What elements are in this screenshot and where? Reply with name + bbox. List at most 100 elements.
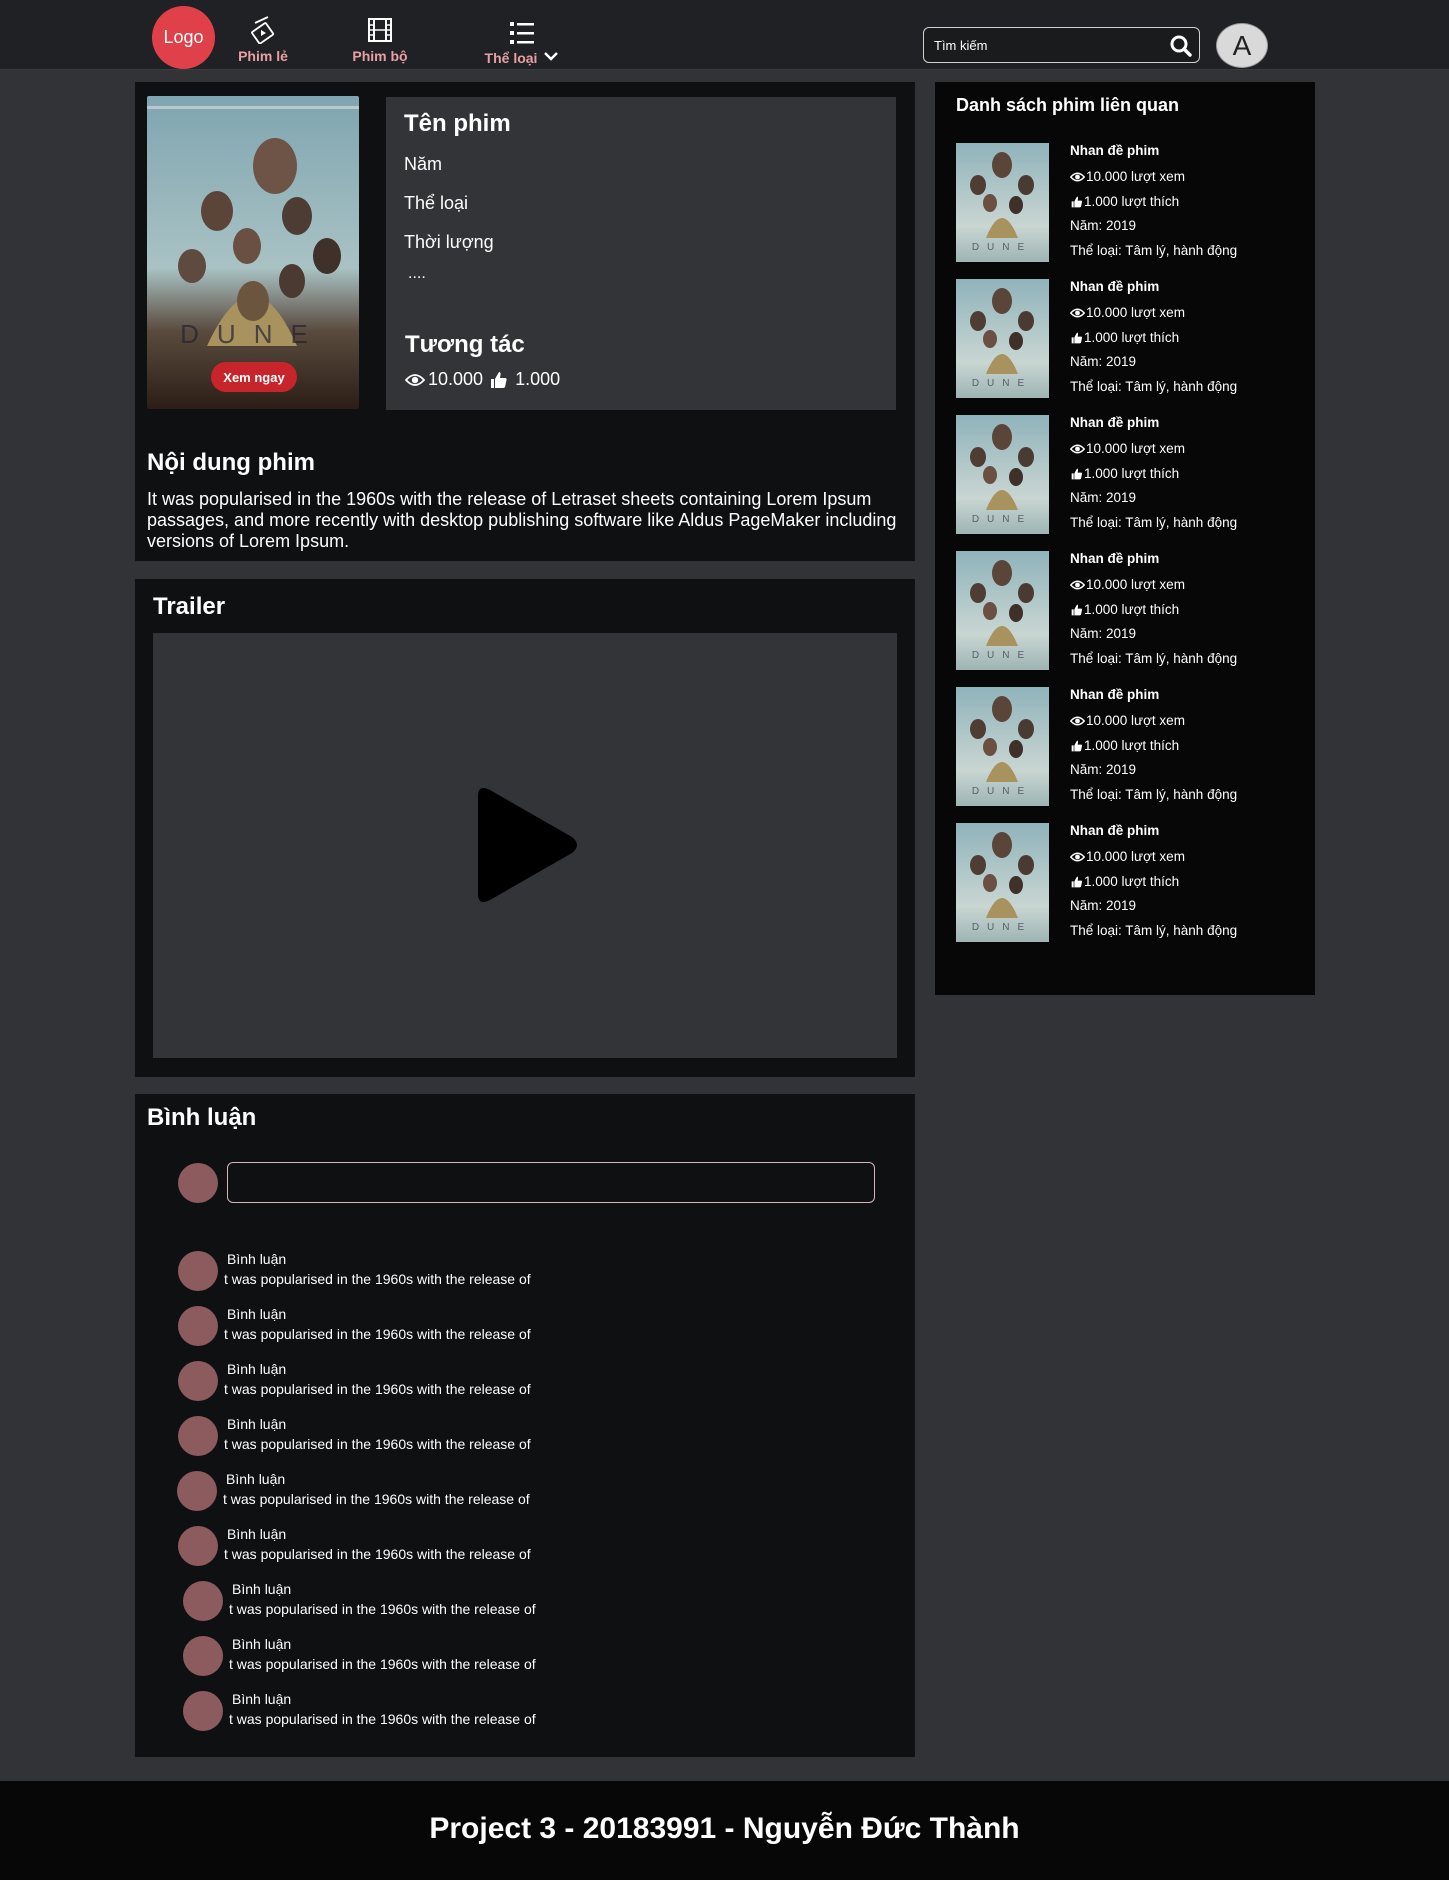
comment-author: Bình luận — [227, 1251, 287, 1267]
eye-icon — [1070, 308, 1085, 317]
views-count: 10.000 — [428, 369, 484, 389]
comment-avatar — [177, 1471, 217, 1511]
search-box — [923, 27, 1200, 63]
related-likes-text: 1.000 lượt thích — [1084, 194, 1180, 209]
related-likes: 1.000 lượt thích — [1071, 330, 1179, 345]
related-genre: Thể loại: Tâm lý, hành động — [1070, 923, 1238, 938]
nav-phim-bo[interactable]: Phim bộ — [352, 16, 408, 64]
comment-avatar — [183, 1691, 223, 1731]
comment-text: t was popularised in the 1960s with the … — [223, 1491, 530, 1507]
eye-icon — [1070, 852, 1085, 861]
related-year: Năm: 2019 — [1070, 626, 1137, 641]
comment-text: t was popularised in the 1960s with the … — [229, 1656, 536, 1672]
current-user-avatar — [178, 1163, 218, 1203]
comment-avatar — [178, 1251, 218, 1291]
thumbs-up-icon[interactable] — [490, 371, 508, 389]
related-movie-title[interactable]: Nhan đề phim — [1070, 415, 1159, 430]
eye-icon — [1070, 716, 1085, 725]
related-likes: 1.000 lượt thích — [1071, 194, 1179, 209]
related-movie-title[interactable]: Nhan đề phim — [1070, 551, 1159, 566]
thumbs-up-icon — [1071, 196, 1083, 207]
related-likes-text: 1.000 lượt thích — [1084, 330, 1180, 345]
trailer-title: Trailer — [153, 593, 226, 620]
related-thumbnail[interactable]: DUNE — [956, 687, 1049, 806]
comment-input[interactable] — [227, 1162, 875, 1203]
related-movie-title[interactable]: Nhan đề phim — [1070, 279, 1159, 294]
related-movie-title[interactable]: Nhan đề phim — [1070, 687, 1159, 702]
thumbs-up-icon — [1071, 876, 1083, 887]
related-views-text: 10.000 lượt xem — [1086, 849, 1185, 864]
eye-icon — [1070, 172, 1085, 181]
eye-icon — [1070, 580, 1085, 589]
logo[interactable]: Logo — [152, 6, 215, 69]
related-thumbnail[interactable]: DUNE — [956, 415, 1049, 534]
related-thumbnail[interactable]: DUNE — [956, 551, 1049, 670]
comment-text: t was popularised in the 1960s with the … — [229, 1711, 536, 1727]
related-views: 10.000 lượt xem — [1070, 849, 1185, 864]
movie-info-box — [386, 97, 896, 410]
thumbs-up-icon — [1071, 332, 1083, 343]
description-title: Nội dung phim — [147, 449, 315, 476]
related-movie-title[interactable]: Nhan đề phim — [1070, 823, 1159, 838]
related-thumbnail[interactable]: DUNE — [956, 143, 1049, 262]
comment-author: Bình luận — [232, 1581, 292, 1597]
thumbs-up-icon — [1071, 468, 1083, 479]
watch-now-button[interactable]: Xem ngay — [211, 362, 297, 392]
related-likes: 1.000 lượt thích — [1071, 466, 1179, 481]
comment-text: t was popularised in the 1960s with the … — [224, 1326, 531, 1342]
comment-text: t was popularised in the 1960s with the … — [224, 1546, 531, 1562]
comment-avatar — [183, 1581, 223, 1621]
related-genre: Thể loại: Tâm lý, hành động — [1070, 787, 1238, 802]
play-icon[interactable] — [468, 782, 584, 908]
related-year: Năm: 2019 — [1070, 354, 1137, 369]
description-text: It was popularised in the 1960s with the… — [147, 489, 897, 551]
related-year: Năm: 2019 — [1070, 218, 1137, 233]
comment-author: Bình luận — [226, 1471, 286, 1487]
related-views: 10.000 lượt xem — [1070, 577, 1185, 592]
search-icon[interactable] — [1169, 34, 1193, 58]
comment-author: Bình luận — [232, 1636, 292, 1652]
related-views-text: 10.000 lượt xem — [1086, 713, 1185, 728]
comment-text: t was popularised in the 1960s with the … — [224, 1271, 531, 1287]
related-genre: Thể loại: Tâm lý, hành động — [1070, 379, 1238, 394]
nav-label: Phim lẻ — [238, 48, 288, 64]
related-likes-text: 1.000 lượt thích — [1084, 602, 1180, 617]
comment-avatar — [178, 1306, 218, 1346]
list-icon — [510, 22, 534, 44]
related-likes-text: 1.000 lượt thích — [1084, 466, 1180, 481]
comment-avatar — [183, 1636, 223, 1676]
user-avatar[interactable]: A — [1216, 23, 1268, 68]
related-views: 10.000 lượt xem — [1070, 713, 1185, 728]
comment-author: Bình luận — [227, 1526, 287, 1542]
related-genre: Thể loại: Tâm lý, hành động — [1070, 243, 1238, 258]
nav-phim-le[interactable]: Phim lẻ — [238, 14, 288, 64]
comment-author: Bình luận — [227, 1416, 287, 1432]
related-movie-title[interactable]: Nhan đề phim — [1070, 143, 1159, 158]
comment-author: Bình luận — [227, 1306, 287, 1322]
nav-the-loai[interactable]: Thể loại — [482, 20, 562, 66]
related-thumbnail[interactable]: DUNE — [956, 823, 1049, 942]
comment-author: Bình luận — [232, 1691, 292, 1707]
related-likes-text: 1.000 lượt thích — [1084, 874, 1180, 889]
related-thumbnail[interactable]: DUNE — [956, 279, 1049, 398]
comment-avatar — [178, 1526, 218, 1566]
svg-text:DUNE: DUNE — [972, 378, 1032, 389]
svg-text:DUNE: DUNE — [180, 319, 326, 349]
comment-text: t was popularised in the 1960s with the … — [224, 1381, 531, 1397]
svg-text:DUNE: DUNE — [972, 922, 1032, 933]
interaction-stats: 10.000 1.000 — [405, 369, 560, 390]
related-views: 10.000 lượt xem — [1070, 441, 1185, 456]
related-genre: Thể loại: Tâm lý, hành động — [1070, 651, 1238, 666]
comment-text: t was popularised in the 1960s with the … — [224, 1436, 531, 1452]
likes-count: 1.000 — [515, 369, 561, 389]
comments-title: Bình luận — [147, 1104, 257, 1131]
svg-text:DUNE: DUNE — [972, 650, 1032, 661]
related-views-text: 10.000 lượt xem — [1086, 169, 1185, 184]
related-views-text: 10.000 lượt xem — [1086, 305, 1185, 320]
interaction-title: Tương tác — [405, 331, 525, 358]
search-input[interactable] — [934, 34, 1154, 56]
clapperboard-icon — [251, 16, 275, 44]
nav-label: Thể loại — [484, 50, 538, 66]
svg-text:DUNE: DUNE — [972, 242, 1032, 253]
chevron-down-icon[interactable] — [543, 50, 559, 62]
